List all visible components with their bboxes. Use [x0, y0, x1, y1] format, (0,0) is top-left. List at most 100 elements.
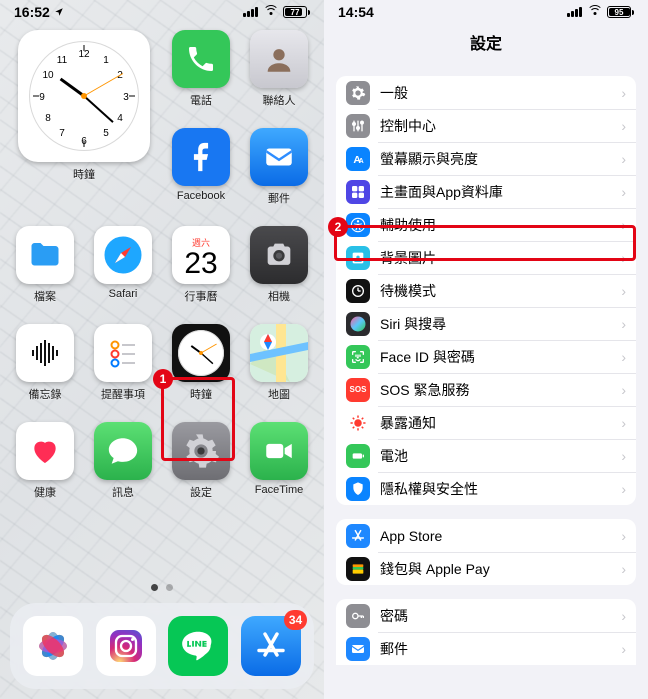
- settings-group-3: 密碼› 郵件 ›: [336, 599, 636, 665]
- settings-list[interactable]: 一般›控制中心›AA螢幕顯示與亮度›主畫面與App資料庫›輔助使用›背景圖片›待…: [324, 76, 648, 665]
- page-dots[interactable]: [0, 584, 324, 591]
- chevron-right-icon: ›: [621, 151, 626, 167]
- app-safari[interactable]: Safari: [89, 226, 157, 304]
- dock-line[interactable]: [168, 616, 228, 676]
- wifi-icon: [263, 7, 278, 18]
- location-icon: [54, 7, 64, 17]
- chevron-right-icon: ›: [621, 561, 626, 577]
- safari-icon: [101, 233, 145, 277]
- settings-group-1: 一般›控制中心›AA螢幕顯示與亮度›主畫面與App資料庫›輔助使用›背景圖片›待…: [336, 76, 636, 505]
- row-label: 主畫面與App資料庫: [380, 182, 611, 202]
- app-phone[interactable]: 電話: [167, 30, 235, 108]
- settings-row-siri[interactable]: Siri 與搜尋›: [336, 307, 636, 340]
- wallet-icon: [346, 557, 370, 581]
- settings-row-wallet[interactable]: 錢包與 Apple Pay ›: [336, 552, 636, 585]
- settings-pane: 14:54 95 設定 一般 › 控制中心 › AA 螢幕顯示與亮度 › 主畫面與App資料庫…: [324, 0, 648, 699]
- time-text: 16:52: [14, 4, 50, 20]
- chevron-right-icon: ›: [621, 118, 626, 134]
- settings-row-appstore[interactable]: App Store›: [336, 519, 636, 552]
- app-mail[interactable]: 郵件: [245, 128, 313, 206]
- app-messages[interactable]: 訊息: [89, 422, 157, 500]
- app-facetime[interactable]: FaceTime: [245, 422, 313, 500]
- settings-row-standby[interactable]: 待機模式›: [336, 274, 636, 307]
- settings-row-display[interactable]: AA 螢幕顯示與亮度 ›: [336, 142, 636, 175]
- app-label: Facebook: [177, 190, 225, 202]
- app-label: Safari: [109, 288, 138, 300]
- row-label: 郵件: [380, 639, 611, 659]
- appstore-icon: [253, 628, 289, 664]
- row-label: 錢包與 Apple Pay: [380, 559, 611, 579]
- battery-indicator: 95: [607, 6, 634, 18]
- standby-icon: [346, 279, 370, 303]
- message-icon: [106, 434, 140, 468]
- settings-row-privacy[interactable]: 隱私權與安全性›: [336, 472, 636, 505]
- dock-instagram[interactable]: [96, 616, 156, 676]
- app-maps[interactable]: 地圖: [245, 324, 313, 402]
- svg-text:A: A: [359, 158, 364, 165]
- app-label: 電話: [190, 92, 212, 108]
- row-label: 一般: [380, 83, 611, 103]
- facebook-icon: [184, 140, 218, 174]
- display-icon: AA: [346, 147, 370, 171]
- clock-small-icon: [178, 330, 224, 376]
- settings-row-homescreen[interactable]: 主畫面與App資料庫›: [336, 175, 636, 208]
- app-facebook[interactable]: Facebook: [167, 128, 235, 206]
- dock-photos[interactable]: [23, 616, 83, 676]
- chevron-right-icon: ›: [621, 641, 626, 657]
- app-calendar[interactable]: 週六23行事曆: [167, 226, 235, 304]
- callout-box-1: [161, 377, 235, 461]
- app-camera[interactable]: 相機: [245, 226, 313, 304]
- app-label: 健康: [34, 484, 56, 500]
- row-label: 暴露通知: [380, 413, 611, 433]
- app-contacts[interactable]: 聯絡人: [245, 30, 313, 108]
- phone-icon: [185, 43, 217, 75]
- app-label: 檔案: [34, 288, 56, 304]
- chevron-right-icon: ›: [621, 85, 626, 101]
- waveform-icon: [25, 333, 65, 373]
- row-label: 控制中心: [380, 116, 611, 136]
- homescreen-icon: [346, 180, 370, 204]
- settings-row-controlcenter[interactable]: 控制中心 ›: [336, 109, 636, 142]
- app-files[interactable]: 檔案: [11, 226, 79, 304]
- svg-text:7: 7: [59, 128, 65, 139]
- page-title: 設定: [324, 22, 648, 62]
- settings-row-general[interactable]: 一般 ›: [336, 76, 636, 109]
- row-label: SOS 緊急服務: [380, 380, 611, 400]
- clock-widget[interactable]: 12369 12 45 78 1011 時鐘: [12, 30, 156, 206]
- row-label: 螢幕顯示與亮度: [380, 149, 611, 169]
- mail-icon: [262, 140, 296, 174]
- reminders-icon: [105, 335, 141, 371]
- row-label: 電池: [380, 446, 611, 466]
- settings-row-passwords[interactable]: 密碼›: [336, 599, 636, 632]
- svg-text:3: 3: [123, 92, 129, 103]
- app-label: 相機: [268, 288, 290, 304]
- chevron-right-icon: ›: [621, 415, 626, 431]
- status-bar-right: 14:54 95: [324, 0, 648, 22]
- appstore-icon: [346, 524, 370, 548]
- battery-text: 77: [285, 8, 305, 17]
- chevron-right-icon: ›: [621, 481, 626, 497]
- wifi-icon: [587, 7, 602, 18]
- app-label: 設定: [190, 484, 212, 500]
- settings-row-faceid[interactable]: Face ID 與密碼›: [336, 340, 636, 373]
- status-indicators: 95: [567, 6, 634, 18]
- siri-icon: [346, 312, 370, 336]
- settings-row-mail[interactable]: 郵件 ›: [336, 632, 636, 665]
- clock-widget-label: 時鐘: [73, 166, 95, 182]
- chevron-right-icon: ›: [621, 283, 626, 299]
- settings-row-exposure[interactable]: 暴露通知 ›: [336, 406, 636, 439]
- app-reminders[interactable]: 提醒事項: [89, 324, 157, 402]
- instagram-icon: [104, 624, 148, 668]
- battery-indicator: 77: [283, 6, 310, 18]
- settings-row-sos[interactable]: SOSSOS 緊急服務›: [336, 373, 636, 406]
- svg-text:8: 8: [45, 113, 51, 124]
- passwords-icon: [346, 604, 370, 628]
- status-time: 14:54: [338, 4, 374, 20]
- app-health[interactable]: 健康: [11, 422, 79, 500]
- status-bar-left: 16:52 77: [0, 0, 324, 22]
- dock-appstore[interactable]: 34: [241, 616, 301, 676]
- app-voicememo[interactable]: 備忘錄: [11, 324, 79, 402]
- settings-row-battery[interactable]: 電池›: [336, 439, 636, 472]
- app-label: 地圖: [268, 386, 290, 402]
- cellular-icon: [567, 7, 582, 17]
